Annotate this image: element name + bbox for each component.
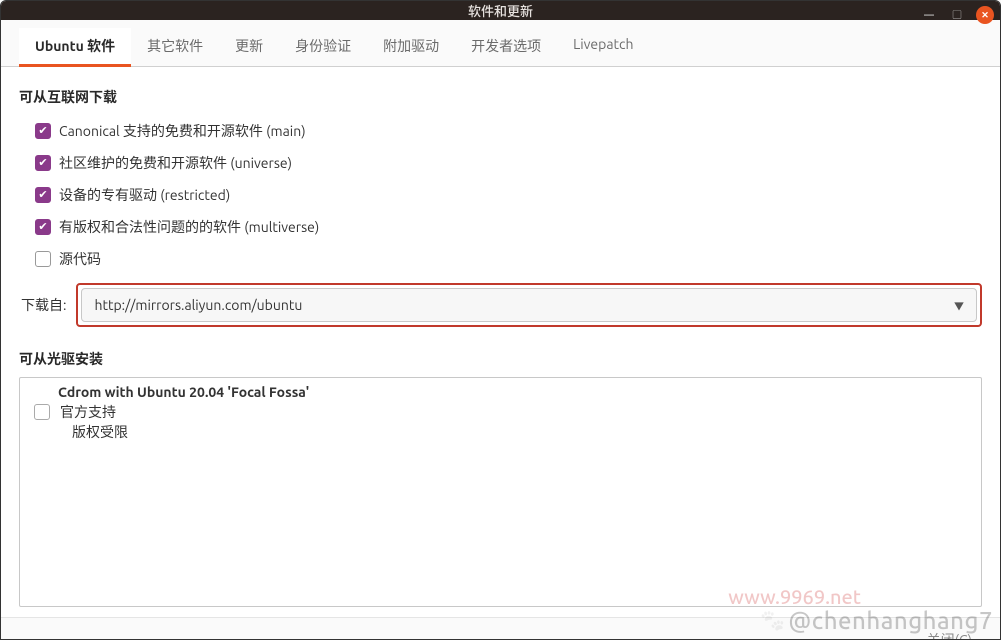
tab-other-software[interactable]: 其它软件 (131, 28, 219, 67)
option-source-code[interactable]: 源代码 (19, 243, 982, 275)
cdrom-section-header: 可从光驱安装 (19, 349, 982, 369)
app-window: 软件和更新 Ubuntu 软件 其它软件 更新 身份验证 附加驱动 开发者选项 … (0, 0, 1001, 640)
tab-bar: Ubuntu 软件 其它软件 更新 身份验证 附加驱动 开发者选项 Livepa… (1, 20, 1000, 67)
option-label: 源代码 (59, 249, 101, 269)
close-window-icon[interactable] (976, 6, 994, 24)
internet-section-header: 可从互联网下载 (19, 87, 982, 107)
close-button[interactable]: 关闭(C) (917, 624, 982, 640)
tab-developer-options[interactable]: 开发者选项 (455, 28, 557, 67)
window-title: 软件和更新 (468, 1, 533, 20)
tab-label: Ubuntu 软件 (35, 38, 115, 54)
tab-livepatch[interactable]: Livepatch (557, 28, 649, 67)
option-universe[interactable]: 社区维护的免费和开源软件 (universe) (19, 147, 982, 179)
checkbox-icon[interactable] (35, 123, 51, 139)
download-from-label: 下载自: (19, 295, 66, 315)
window-controls (920, 1, 994, 29)
checkbox-icon[interactable] (35, 187, 51, 203)
option-label: Canonical 支持的免费和开源软件 (main) (59, 121, 306, 141)
content-area: 可从互联网下载 Canonical 支持的免费和开源软件 (main) 社区维护… (1, 67, 1000, 617)
option-label: 设备的专有驱动 (restricted) (59, 185, 230, 205)
tab-updates[interactable]: 更新 (219, 28, 279, 67)
checkbox-icon[interactable] (35, 251, 51, 267)
dialog-footer: 关闭(C) (1, 617, 1000, 640)
cdrom-item-title: Cdrom with Ubuntu 20.04 'Focal Fossa' (30, 384, 971, 400)
download-dropdown-highlight: http://mirrors.aliyun.com/ubuntu ▼ (76, 283, 982, 327)
cdrom-line-label: 版权受限 (30, 422, 971, 442)
option-main[interactable]: Canonical 支持的免费和开源软件 (main) (19, 115, 982, 147)
download-from-row: 下载自: http://mirrors.aliyun.com/ubuntu ▼ (19, 283, 982, 327)
option-label: 有版权和合法性问题的的软件 (multiverse) (59, 217, 319, 237)
dropdown-value: http://mirrors.aliyun.com/ubuntu (94, 297, 302, 313)
titlebar: 软件和更新 (1, 1, 1000, 20)
tab-label: 其它软件 (147, 38, 203, 54)
option-multiverse[interactable]: 有版权和合法性问题的的软件 (multiverse) (19, 211, 982, 243)
chevron-down-icon: ▼ (954, 298, 964, 313)
option-label: 社区维护的免费和开源软件 (universe) (59, 153, 292, 173)
tab-label: 开发者选项 (471, 38, 541, 54)
minimize-icon[interactable] (920, 6, 938, 24)
checkbox-icon[interactable] (35, 155, 51, 171)
tab-authentication[interactable]: 身份验证 (279, 28, 367, 67)
option-restricted[interactable]: 设备的专有驱动 (restricted) (19, 179, 982, 211)
cdrom-line-label: 官方支持 (60, 402, 116, 422)
checkbox-icon[interactable] (34, 404, 50, 420)
tab-label: 附加驱动 (383, 38, 439, 54)
cdrom-list[interactable]: Cdrom with Ubuntu 20.04 'Focal Fossa' 官方… (19, 377, 982, 607)
maximize-icon[interactable] (948, 6, 966, 24)
tab-additional-drivers[interactable]: 附加驱动 (367, 28, 455, 67)
tab-label: 身份验证 (295, 38, 351, 54)
cdrom-item-row[interactable]: 官方支持 (30, 402, 971, 422)
download-from-dropdown[interactable]: http://mirrors.aliyun.com/ubuntu ▼ (81, 288, 977, 322)
tab-ubuntu-software[interactable]: Ubuntu 软件 (19, 28, 131, 67)
tab-label: 更新 (235, 38, 263, 54)
checkbox-icon[interactable] (35, 219, 51, 235)
tab-label: Livepatch (573, 36, 633, 52)
